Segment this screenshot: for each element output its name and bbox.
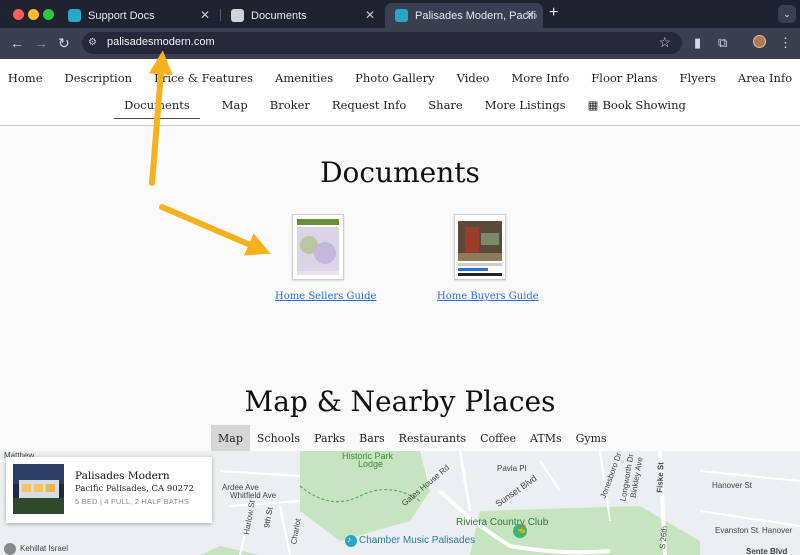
tab-search-icon[interactable]: ⌄ xyxy=(778,5,796,23)
nav-more-listings[interactable]: More Listings xyxy=(485,98,566,119)
browser-toolbar: ← → ↻ ⚙ palisadesmodern.com ☆ ▮ ⧉ ⋮ xyxy=(0,28,800,59)
document-favicon-icon xyxy=(231,9,244,22)
nav-description[interactable]: Description xyxy=(65,71,133,85)
map-tab-parks[interactable]: Parks xyxy=(307,425,352,452)
map-label: Sente Blvd xyxy=(746,547,788,555)
url-text[interactable]: palisadesmodern.com xyxy=(107,36,215,48)
nav-video[interactable]: Video xyxy=(457,71,490,85)
nav-flyers[interactable]: Flyers xyxy=(680,71,716,85)
nav-map[interactable]: Map xyxy=(222,98,248,119)
zoom-window-button[interactable] xyxy=(43,9,54,20)
nav-more-info[interactable]: More Info xyxy=(511,71,569,85)
map-tab-gyms[interactable]: Gyms xyxy=(569,425,614,452)
nav-request-info[interactable]: Request Info xyxy=(332,98,406,119)
nav-home[interactable]: Home xyxy=(8,71,43,85)
map-category-tabs: Map Schools Parks Bars Restaurants Coffe… xyxy=(211,425,614,452)
close-window-button[interactable] xyxy=(13,9,24,20)
map-label: Lodge xyxy=(358,459,384,469)
profile-avatar[interactable] xyxy=(753,35,766,48)
star-icon[interactable]: ☆ xyxy=(658,34,671,51)
side-panel-icon[interactable]: ▮ xyxy=(694,35,701,51)
home-sellers-guide-thumbnail[interactable] xyxy=(292,214,344,280)
browser-tab-documents[interactable]: Documents ✕ xyxy=(221,3,383,28)
calendar-icon: ▦ xyxy=(587,98,599,112)
listing-name: Palisades Modern xyxy=(75,470,170,482)
nav-amenities[interactable]: Amenities xyxy=(275,71,333,85)
buyers-guide-cover-image xyxy=(455,215,505,279)
site-favicon-icon xyxy=(395,9,408,22)
forward-arrow-icon[interactable]: → xyxy=(34,35,48,51)
tab-title: Documents xyxy=(251,9,307,22)
nav-documents[interactable]: Documents xyxy=(114,98,200,119)
map-nearby-heading: Map & Nearby Places xyxy=(244,385,556,418)
back-arrow-icon[interactable]: ← xyxy=(10,35,24,51)
close-tab-icon[interactable]: ✕ xyxy=(365,8,375,22)
map-label: Riviera Country Club xyxy=(456,517,549,528)
map-tab-coffee[interactable]: Coffee xyxy=(473,425,523,452)
close-tab-icon[interactable]: ✕ xyxy=(525,8,535,22)
map-label: Pavia Pl xyxy=(497,464,527,473)
sellers-guide-cover-image xyxy=(293,215,343,279)
map-label: Chamber Music Palisades xyxy=(359,535,476,546)
new-tab-icon[interactable]: + xyxy=(549,4,558,22)
nav-price-features[interactable]: Price & Features xyxy=(154,71,253,85)
home-buyers-guide-link[interactable]: Home Buyers Guide xyxy=(437,291,539,302)
minimize-window-button[interactable] xyxy=(28,9,39,20)
nav-floor-plans[interactable]: Floor Plans xyxy=(591,71,657,85)
main-nav-row-1: Home Description Price & Features Amenit… xyxy=(0,71,800,85)
tab-title: Palisades Modern, Pacific Palis xyxy=(415,9,537,22)
tab-title: Support Docs xyxy=(88,9,155,22)
browser-tab-support-docs[interactable]: Support Docs ✕ xyxy=(58,3,218,28)
browser-tab-palisades-modern[interactable]: Palisades Modern, Pacific Palis ✕ xyxy=(385,3,543,28)
nav-book-showing[interactable]: ▦ Book Showing xyxy=(588,98,686,119)
map-tab-restaurants[interactable]: Restaurants xyxy=(392,425,473,452)
close-tab-icon[interactable]: ✕ xyxy=(200,8,210,22)
address-bar[interactable]: ⚙ palisadesmodern.com ☆ xyxy=(82,32,682,54)
site-favicon-icon xyxy=(68,9,81,22)
site-settings-icon[interactable]: ⚙ xyxy=(88,37,97,48)
listing-info-card[interactable]: Palisades Modern Pacific Palisades, CA 9… xyxy=(6,457,212,523)
browser-tab-bar: Support Docs ✕ Documents ✕ Palisades Mod… xyxy=(0,0,800,28)
web-page: Home Description Price & Features Amenit… xyxy=(0,59,800,555)
golf-club-icon: ⛳ xyxy=(516,524,528,534)
nav-photo-gallery[interactable]: Photo Gallery xyxy=(355,71,434,85)
nav-book-showing-label: Book Showing xyxy=(602,98,686,112)
listing-address: Pacific Palisades, CA 90272 xyxy=(75,484,194,494)
map-label: Hanover St xyxy=(712,481,753,490)
documents-section: Documents Home Sellers Guide Home Buyers… xyxy=(0,126,800,453)
map-tab-bars[interactable]: Bars xyxy=(352,425,392,452)
home-buyers-guide-thumbnail[interactable] xyxy=(454,214,506,280)
puzzle-icon[interactable]: ⧉ xyxy=(718,35,727,51)
documents-heading: Documents xyxy=(320,156,480,189)
reload-icon[interactable]: ↻ xyxy=(58,35,70,51)
more-vertical-icon[interactable]: ⋮ xyxy=(779,35,792,51)
nav-share[interactable]: Share xyxy=(428,98,462,119)
listing-photo xyxy=(13,464,64,514)
map-label: Fiske St xyxy=(655,462,666,493)
map-tab-atms[interactable]: ATMs xyxy=(523,425,569,452)
map-label: Hanover xyxy=(762,526,793,535)
map-label: Kehillat Israel xyxy=(20,544,69,553)
home-sellers-guide-link[interactable]: Home Sellers Guide xyxy=(275,291,376,302)
map-label: Evanston St xyxy=(715,526,759,535)
map-tab-map[interactable]: Map xyxy=(211,425,250,452)
nav-broker[interactable]: Broker xyxy=(270,98,310,119)
listing-specs: 5 BED | 4 FULL, 2 HALF BATHS xyxy=(75,497,190,506)
main-nav-row-2: Documents Map Broker Request Info Share … xyxy=(0,98,800,119)
nav-area-info[interactable]: Area Info xyxy=(738,71,792,85)
map-label: Whitfield Ave xyxy=(230,491,277,500)
music-venue-icon: ♪ xyxy=(347,535,351,544)
map-tab-schools[interactable]: Schools xyxy=(250,425,307,452)
